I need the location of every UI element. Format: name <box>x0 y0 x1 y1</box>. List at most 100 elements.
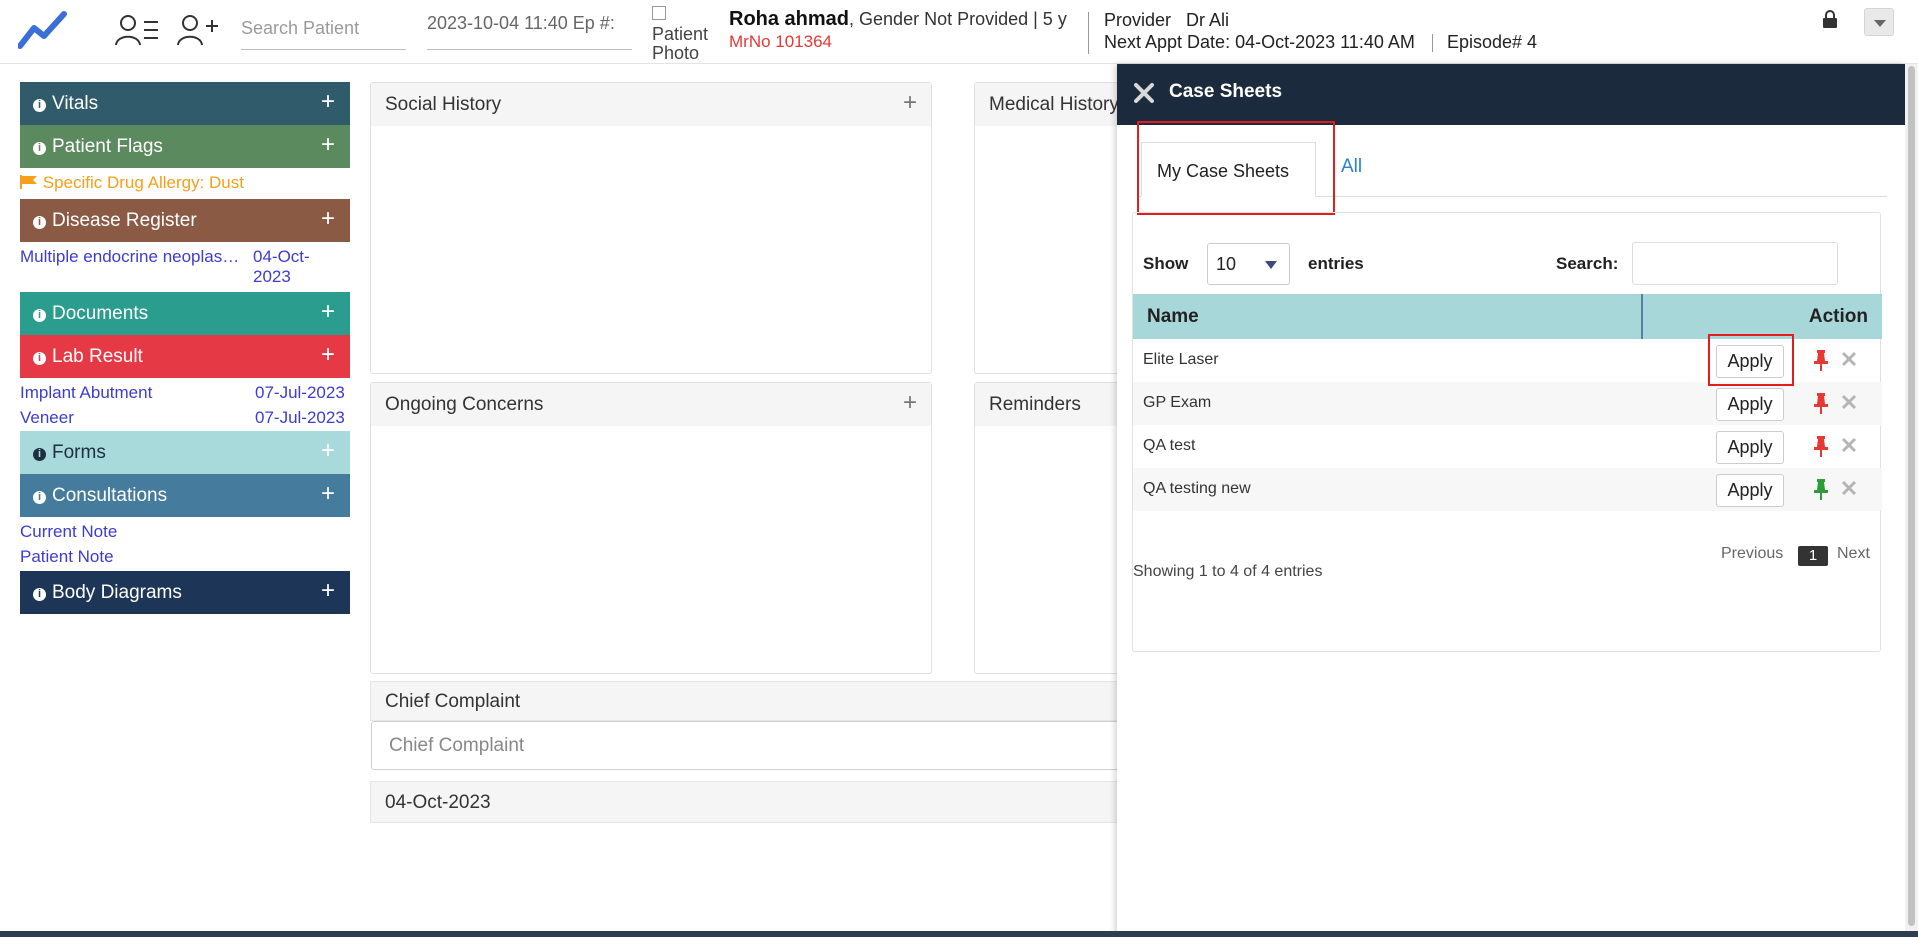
disease-item[interactable]: Multiple endocrine neoplas… <box>20 247 239 267</box>
apply-button[interactable]: Apply <box>1716 474 1784 507</box>
ongoing-concerns-panel: Ongoing Concerns + <box>370 382 932 674</box>
delete-icon[interactable] <box>1841 351 1857 367</box>
table-search-input[interactable] <box>1632 242 1838 285</box>
delete-icon[interactable] <box>1841 394 1857 410</box>
plus-icon[interactable]: + <box>321 123 335 166</box>
patient-name[interactable]: Roha ahmad <box>729 8 849 30</box>
panel-body-diagrams[interactable]: i Body Diagrams + <box>20 571 350 614</box>
panel-vitals[interactable]: i Vitals + <box>20 82 350 125</box>
patient-list-icon[interactable] <box>114 12 160 48</box>
visit-date: 04-Oct-2023 <box>370 781 1120 823</box>
delete-icon[interactable] <box>1841 437 1857 453</box>
drawer-header: Case Sheets <box>1117 64 1905 125</box>
lab-item[interactable]: Implant Abutment <box>20 383 152 403</box>
search-patient-input[interactable] <box>241 8 406 50</box>
panel-lab-label: Lab Result <box>52 346 143 367</box>
plus-icon[interactable]: + <box>903 89 917 117</box>
info-icon[interactable]: i <box>33 309 46 322</box>
lock-icon[interactable] <box>1822 10 1838 28</box>
panel-vitals-label: Vitals <box>52 93 99 114</box>
chief-complaint-input[interactable] <box>371 721 1120 770</box>
apply-button[interactable]: Apply <box>1716 431 1784 464</box>
col-action-header: Action <box>1808 306 1868 327</box>
panel-forms[interactable]: i Forms + <box>20 431 350 474</box>
close-icon[interactable] <box>1133 82 1155 104</box>
medical-history-header: Medical History <box>975 83 1134 126</box>
panel-forms-label: Forms <box>52 442 106 463</box>
panel-flags-label: Patient Flags <box>52 136 163 157</box>
medical-history-title: Medical History <box>989 94 1119 115</box>
top-bar: 2023-10-04 11:40 Ep #: Patient Photo Roh… <box>0 0 1918 64</box>
header-divider <box>1432 34 1433 52</box>
add-patient-icon[interactable] <box>176 12 222 48</box>
header-divider <box>1088 12 1089 54</box>
flag-item[interactable]: Specific Drug Allergy: Dust <box>20 173 244 193</box>
panel-consult-label: Consultations <box>52 485 168 506</box>
search-label: Search: <box>1556 254 1619 273</box>
panel-patient-flags[interactable]: i Patient Flags + <box>20 125 350 168</box>
pin-icon[interactable] <box>1813 435 1829 457</box>
scrollbar-thumb[interactable] <box>1908 66 1915 926</box>
info-icon[interactable]: i <box>33 588 46 601</box>
broken-image-icon <box>652 6 666 20</box>
panel-documents[interactable]: i Documents + <box>20 292 350 335</box>
plus-icon[interactable]: + <box>321 333 335 376</box>
case-sheet-name: QA testing new <box>1143 480 1251 497</box>
pager-page-1[interactable]: 1 <box>1798 546 1828 566</box>
episode-field[interactable]: 2023-10-04 11:40 Ep #: <box>427 8 632 50</box>
plus-icon[interactable]: + <box>321 197 335 240</box>
app-logo-icon[interactable] <box>18 10 68 50</box>
bottom-bar <box>0 931 1918 937</box>
provider-name: Dr Ali <box>1186 10 1230 30</box>
flag-item-label: Specific Drug Allergy: Dust <box>42 173 244 192</box>
panel-body-label: Body Diagrams <box>52 582 182 603</box>
provider-line: Provider Dr Ali <box>1104 10 1229 31</box>
social-history-title: Social History <box>385 94 502 115</box>
table-header: Name Action <box>1133 294 1882 339</box>
panel-lab-result[interactable]: i Lab Result + <box>20 335 350 378</box>
plus-icon[interactable]: + <box>321 569 335 612</box>
tab-all[interactable]: All <box>1341 156 1362 178</box>
col-name-header[interactable]: Name <box>1147 306 1199 328</box>
apply-button[interactable]: Apply <box>1716 388 1784 421</box>
provider-label: Provider <box>1104 10 1172 30</box>
info-icon[interactable]: i <box>33 99 46 112</box>
info-icon[interactable]: i <box>33 142 46 155</box>
consult-item[interactable]: Patient Note <box>20 547 114 567</box>
patient-meta: , Gender Not Provided | 5 y <box>849 9 1067 29</box>
delete-icon[interactable] <box>1841 480 1857 496</box>
consult-item[interactable]: Current Note <box>20 522 117 542</box>
pin-icon[interactable] <box>1813 392 1829 414</box>
lab-item[interactable]: Veneer <box>20 408 74 428</box>
info-icon[interactable]: i <box>33 491 46 504</box>
pager-next[interactable]: Next <box>1837 545 1870 563</box>
entries-select[interactable]: 10 <box>1207 243 1290 285</box>
plus-icon[interactable]: + <box>321 429 335 472</box>
info-icon[interactable]: i <box>33 448 46 461</box>
pin-icon[interactable] <box>1813 478 1829 500</box>
panel-disease-register[interactable]: i Disease Register + <box>20 199 350 242</box>
show-label: Show <box>1143 254 1189 273</box>
plus-icon[interactable]: + <box>321 472 335 515</box>
table-row: GP Exam Apply <box>1133 382 1882 425</box>
case-sheets-table-box: Show 10 entries Search: Name Action Elit… <box>1132 212 1882 652</box>
ongoing-concerns-title: Ongoing Concerns <box>385 394 544 415</box>
pager-previous[interactable]: Previous <box>1721 545 1783 563</box>
info-icon[interactable]: i <box>33 216 46 229</box>
header-dropdown-button[interactable] <box>1864 8 1894 36</box>
plus-icon[interactable]: + <box>321 80 335 123</box>
plus-icon[interactable]: + <box>903 389 917 417</box>
social-history-panel: Social History + <box>370 82 932 374</box>
patient-photo-alt: Patient Photo <box>652 24 709 63</box>
case-sheet-name: GP Exam <box>1143 394 1212 411</box>
pin-icon[interactable] <box>1813 349 1829 371</box>
panel-documents-label: Documents <box>52 303 149 324</box>
info-icon[interactable]: i <box>33 352 46 365</box>
flag-icon <box>20 175 37 189</box>
lab-item-date: 07-Jul-2023 <box>255 383 345 402</box>
ongoing-concerns-header: Ongoing Concerns + <box>371 383 931 426</box>
episode-number: Episode# 4 <box>1447 32 1538 52</box>
panel-disease-label: Disease Register <box>52 210 197 231</box>
plus-icon[interactable]: + <box>321 290 335 333</box>
panel-consultations[interactable]: i Consultations + <box>20 474 350 517</box>
